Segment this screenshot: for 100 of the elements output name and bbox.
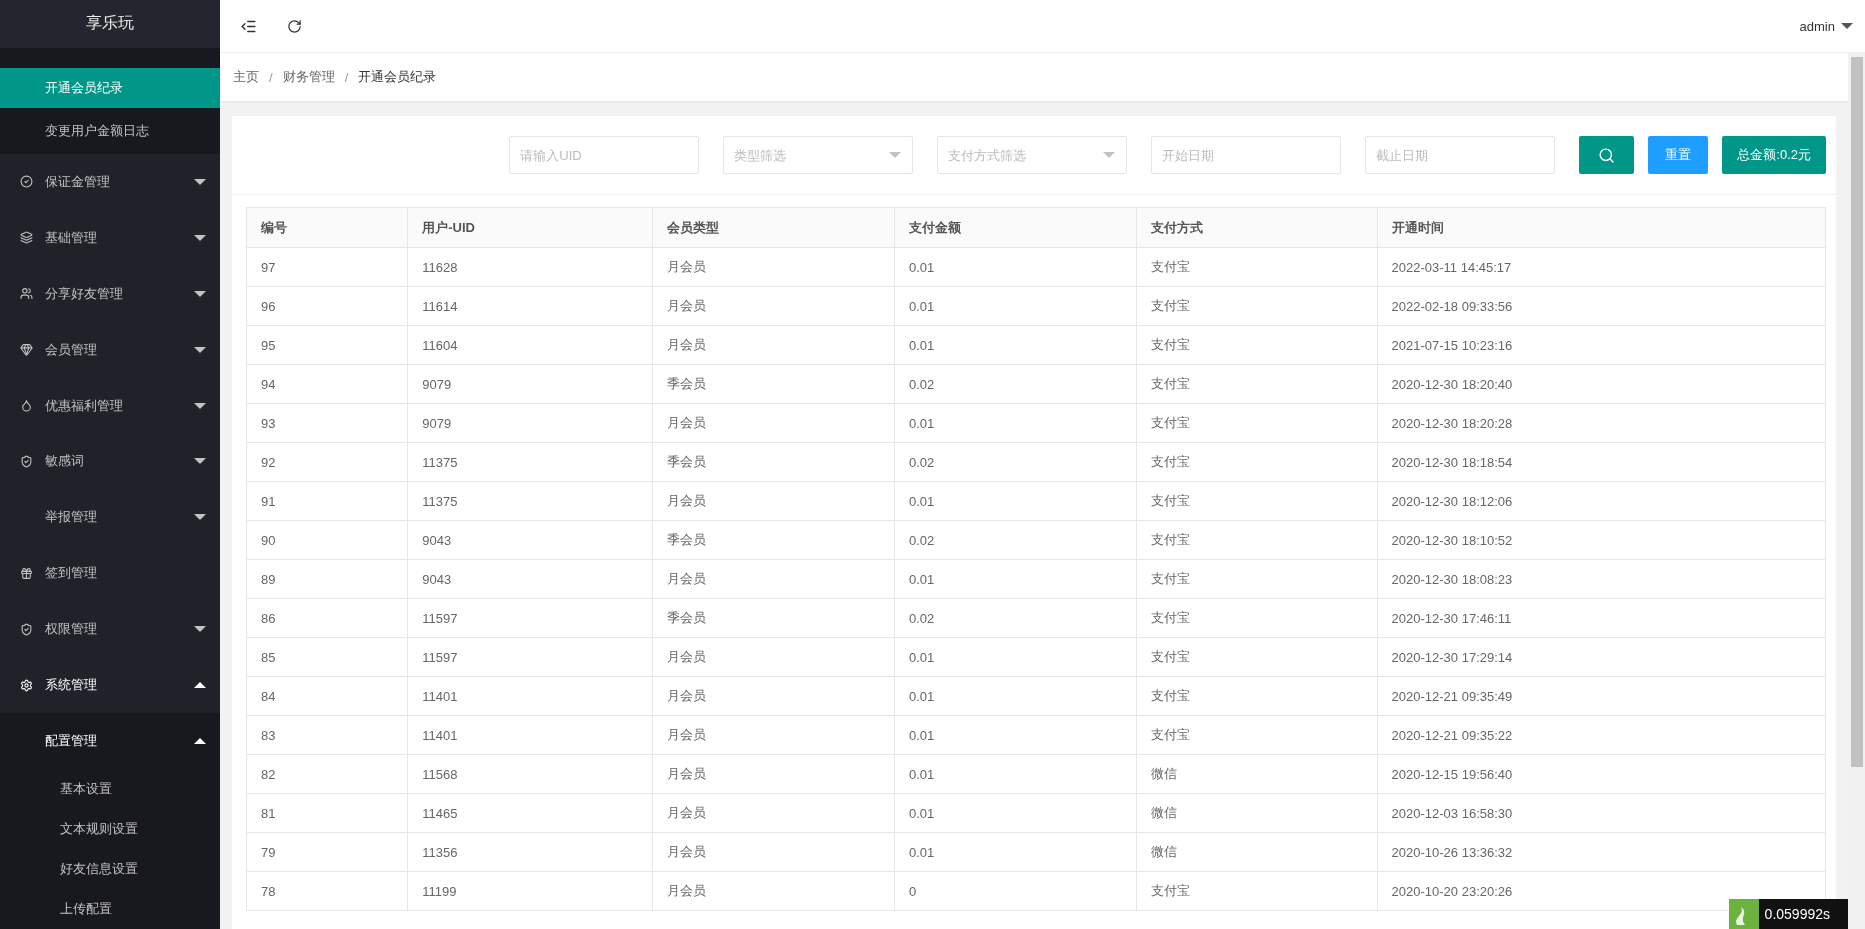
- end-date-input[interactable]: 截止日期: [1365, 136, 1556, 174]
- table-cell: 9079: [407, 364, 653, 404]
- table-cell: 0.01: [894, 754, 1137, 794]
- table-cell: 2020-12-30 18:18:54: [1377, 442, 1826, 482]
- table-cell: 95: [246, 325, 408, 365]
- table-cell: 11375: [407, 481, 653, 521]
- table-cell: 11568: [407, 754, 653, 794]
- table-cell: 2022-02-18 09:33:56: [1377, 286, 1826, 326]
- payment-select[interactable]: 支付方式筛选: [937, 136, 1128, 174]
- breadcrumb-link[interactable]: 主页: [233, 68, 259, 86]
- table-cell: 月会员: [652, 403, 895, 443]
- refresh-icon[interactable]: [287, 18, 302, 34]
- table-cell: 11614: [407, 286, 653, 326]
- table-cell: 2020-10-26 13:36:32: [1377, 832, 1826, 872]
- sidebar-subitem[interactable]: 好友信息设置: [0, 849, 220, 889]
- app-title: 享乐玩: [0, 0, 220, 48]
- table-cell: 月会员: [652, 832, 895, 872]
- table-cell: 微信: [1136, 754, 1378, 794]
- table-cell: 月会员: [652, 793, 895, 833]
- caret-icon: [194, 682, 206, 689]
- type-select[interactable]: 类型筛选: [723, 136, 914, 174]
- dropdown-caret-icon: [889, 152, 902, 158]
- column-header: 开通时间: [1377, 207, 1826, 248]
- table-cell: 0.01: [894, 403, 1137, 443]
- table-cell: 11465: [407, 793, 653, 833]
- table-cell: 支付宝: [1136, 325, 1378, 365]
- search-button[interactable]: [1579, 136, 1635, 174]
- table-cell: 0.01: [894, 676, 1137, 716]
- caret-icon: [194, 458, 206, 465]
- table-cell: 85: [246, 637, 408, 677]
- sidebar-item[interactable]: 分享好友管理: [0, 265, 220, 322]
- breadcrumb-separator: /: [344, 69, 349, 85]
- table-cell: 90: [246, 520, 408, 560]
- table-cell: 78: [246, 871, 408, 911]
- table-cell: 96: [246, 286, 408, 326]
- table-cell: 9043: [407, 559, 653, 599]
- column-header: 编号: [246, 207, 408, 248]
- table-cell: 0.01: [894, 793, 1137, 833]
- table-cell: 0.02: [894, 520, 1137, 560]
- sidebar-subitem[interactable]: 开通会员纪录: [0, 67, 220, 108]
- table-cell: 支付宝: [1136, 559, 1378, 599]
- sidebar-item[interactable]: 保证金管理: [0, 153, 220, 210]
- table-cell: 月会员: [652, 871, 895, 911]
- user-menu[interactable]: admin: [1799, 18, 1853, 34]
- start-date-input[interactable]: 开始日期: [1151, 136, 1342, 174]
- caret-icon: [194, 234, 206, 241]
- menu-icon: [20, 678, 33, 692]
- total-amount-button[interactable]: 总金额:0.2元: [1722, 136, 1826, 174]
- table-cell: 83: [246, 715, 408, 755]
- table-cell: 0.01: [894, 325, 1137, 365]
- sidebar-item[interactable]: 会员管理: [0, 321, 220, 378]
- sidebar-item[interactable]: 敏感词: [0, 433, 220, 490]
- uid-input[interactable]: 请输入UID: [509, 136, 700, 174]
- breadcrumb-link[interactable]: 财务管理: [282, 68, 335, 86]
- column-header: 会员类型: [652, 207, 895, 248]
- table-cell: 支付宝: [1136, 247, 1378, 287]
- table-cell: 0.02: [894, 364, 1137, 404]
- table-cell: 0: [894, 871, 1137, 911]
- caret-icon: [194, 626, 206, 633]
- sidebar-item[interactable]: 签到管理: [0, 545, 220, 602]
- sidebar-subitem[interactable]: 基本设置: [0, 769, 220, 809]
- table-cell: 84: [246, 676, 408, 716]
- table-cell: 月会员: [652, 325, 895, 365]
- table-cell: 月会员: [652, 559, 895, 599]
- table-cell: 2020-12-30 18:20:40: [1377, 364, 1826, 404]
- table-cell: 82: [246, 754, 408, 794]
- sidebar-item[interactable]: 优惠福利管理: [0, 377, 220, 434]
- table-cell: 支付宝: [1136, 403, 1378, 443]
- sidebar-subitem[interactable]: 变更用户金额日志: [0, 107, 220, 154]
- table-cell: 0.01: [894, 247, 1137, 287]
- sidebar-item[interactable]: 权限管理: [0, 601, 220, 658]
- table-cell: 97: [246, 247, 408, 287]
- menu-icon: [20, 175, 33, 189]
- sidebar-subitem[interactable]: 配置管理: [0, 713, 220, 769]
- column-header: 支付方式: [1136, 207, 1378, 248]
- table-cell: 月会员: [652, 286, 895, 326]
- table-cell: 11401: [407, 676, 653, 716]
- table-cell: 季会员: [652, 520, 895, 560]
- table-cell: 0.02: [894, 442, 1137, 482]
- table-cell: 81: [246, 793, 408, 833]
- table-cell: 2022-03-11 14:45:17: [1377, 247, 1826, 287]
- sidebar-subitem[interactable]: 文本规则设置: [0, 809, 220, 849]
- table-cell: 0.01: [894, 637, 1137, 677]
- table-cell: 支付宝: [1136, 364, 1378, 404]
- table-cell: 2021-07-15 10:23:16: [1377, 325, 1826, 365]
- table-cell: 月会员: [652, 715, 895, 755]
- menu-icon: [20, 287, 33, 301]
- table-cell: 2020-12-03 16:58:30: [1377, 793, 1826, 833]
- sidebar-item[interactable]: 举报管理: [0, 489, 220, 546]
- sidebar-item[interactable]: 基础管理: [0, 209, 220, 266]
- table-cell: 89: [246, 559, 408, 599]
- table-cell: 0.02: [894, 598, 1137, 638]
- sidebar-subitem[interactable]: 上传配置: [0, 889, 220, 929]
- sidebar-item[interactable]: 系统管理: [0, 657, 220, 713]
- breadcrumb-link[interactable]: 开通会员纪录: [358, 68, 437, 86]
- table-cell: 季会员: [652, 364, 895, 404]
- column-header: 支付金额: [894, 207, 1137, 248]
- table-cell: 2020-12-30 18:08:23: [1377, 559, 1826, 599]
- table-cell: 0.01: [894, 715, 1137, 755]
- table-cell: 月会员: [652, 247, 895, 287]
